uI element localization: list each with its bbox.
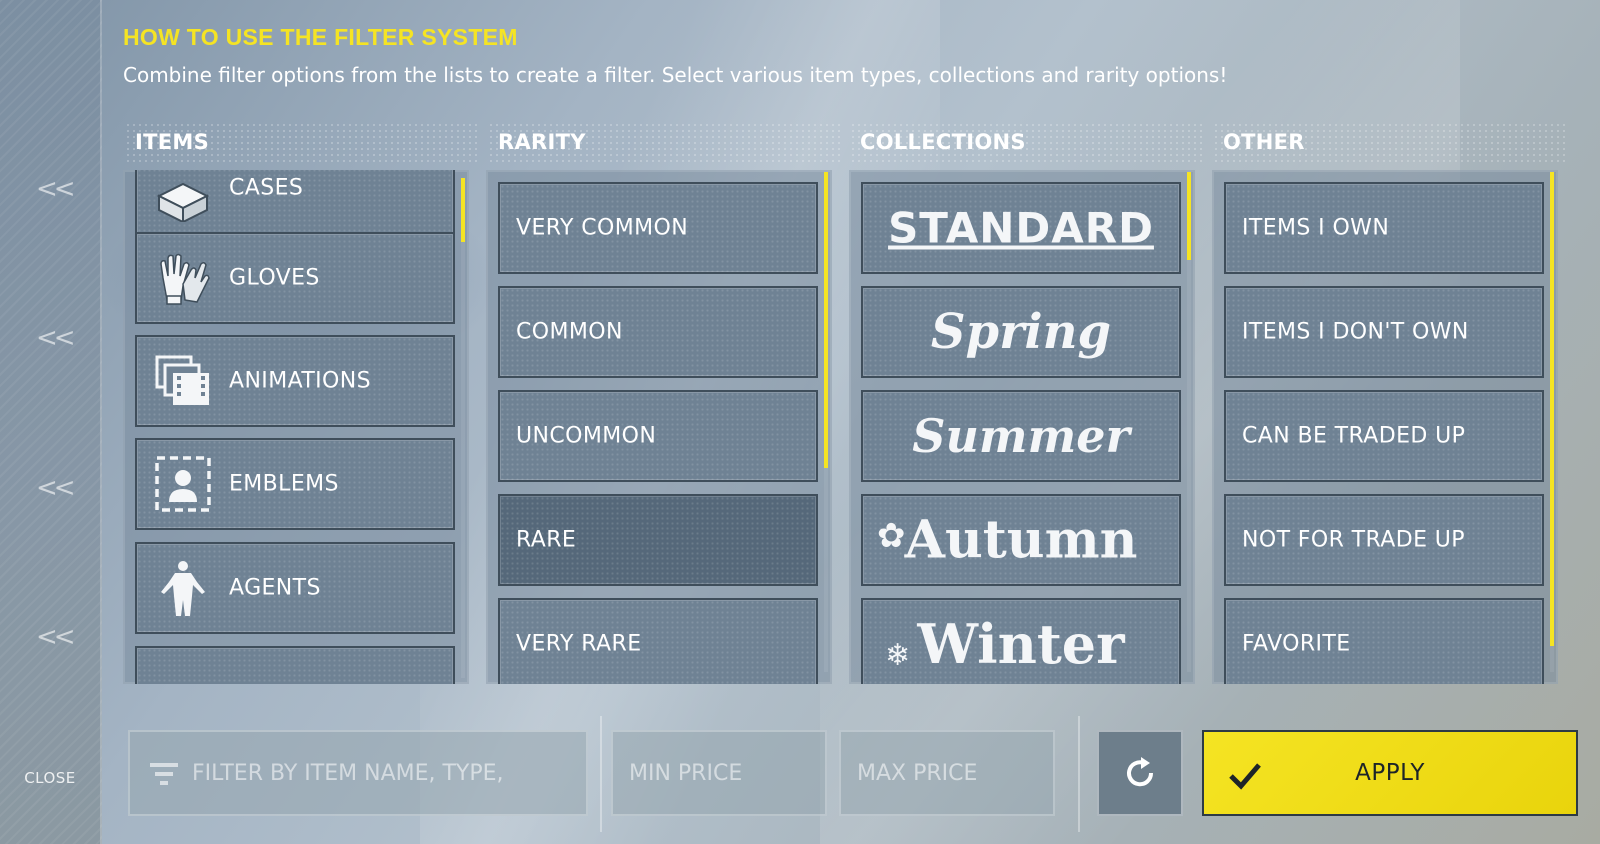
rarity-label: UNCOMMON (516, 423, 657, 449)
collection-logo-text: Autumn (904, 509, 1138, 571)
item-type-animations[interactable]: ANIMATIONS (135, 335, 455, 427)
rarity-label: COMMON (516, 319, 623, 345)
max-price-input[interactable] (841, 732, 1053, 814)
close-button[interactable]: CLOSE (0, 769, 100, 787)
apply-button[interactable]: APPLY (1202, 730, 1578, 816)
apply-label: APPLY (1355, 760, 1425, 786)
search-field[interactable] (128, 730, 588, 816)
rarity-header-label: RARITY (498, 130, 586, 154)
emblem-icon (155, 456, 211, 512)
item-type-cases[interactable]: CASES (135, 170, 455, 238)
items-scrollbar-thumb[interactable] (461, 178, 465, 242)
other-option[interactable]: ITEMS I OWN (1224, 182, 1544, 274)
animations-icon (155, 355, 209, 405)
double-chevron-left-icon: << (36, 473, 76, 503)
other-label: FAVORITE (1242, 631, 1351, 657)
rarity-option[interactable]: COMMON (498, 286, 818, 378)
gloves-icon (160, 253, 210, 305)
item-type-gloves[interactable]: GLOVES (135, 232, 455, 324)
rarity-option[interactable]: VERY RARE (498, 598, 818, 684)
collection-logo-text: Summer (912, 409, 1130, 463)
item-type-label: GLOVES (229, 265, 320, 291)
item-type-label: EMBLEMS (229, 471, 339, 497)
rarity-list[interactable]: VERY COMMON COMMON UNCOMMON RARE VERY RA… (486, 170, 832, 684)
other-header-label: OTHER (1223, 130, 1305, 154)
rarity-label: VERY RARE (516, 631, 642, 657)
item-type-more[interactable] (135, 646, 455, 684)
item-type-emblems[interactable]: EMBLEMS (135, 438, 455, 530)
collection-option[interactable]: Spring (861, 286, 1181, 378)
collections-list[interactable]: STANDARD Spring Summer ✿ Autumn ❄ Winter (849, 170, 1195, 684)
rarity-option[interactable]: VERY COMMON (498, 182, 818, 274)
collection-logo-text: STANDARD (888, 203, 1154, 253)
divider (1078, 716, 1080, 832)
other-column-header: OTHER (1213, 122, 1565, 166)
double-chevron-left-icon: << (36, 622, 76, 652)
collection-logo-text: Winter (917, 612, 1125, 676)
items-list[interactable]: CASES GLOVES ANIMATIONS EMBLEMS AGENTS (123, 170, 469, 684)
collections-scrollbar-thumb[interactable] (1187, 172, 1191, 260)
rarity-label: RARE (516, 527, 577, 553)
items-scrollbar-track[interactable] (461, 178, 465, 678)
other-option[interactable]: CAN BE TRADED UP (1224, 390, 1544, 482)
rarity-option[interactable]: UNCOMMON (498, 390, 818, 482)
item-type-label: AGENTS (229, 575, 321, 601)
collection-option[interactable]: ❄ Winter (861, 598, 1181, 684)
search-input[interactable] (130, 732, 586, 814)
other-label: NOT FOR TRADE UP (1242, 527, 1465, 553)
items-header-label: ITEMS (135, 130, 210, 154)
case-icon (156, 182, 210, 222)
double-chevron-left-icon: << (36, 174, 76, 204)
rarity-scrollbar-thumb[interactable] (824, 172, 828, 468)
collections-header-label: COLLECTIONS (860, 130, 1026, 154)
collection-option[interactable]: ✿ Autumn (861, 494, 1181, 586)
divider (600, 716, 602, 832)
item-type-label: ANIMATIONS (229, 368, 371, 394)
collection-option[interactable]: Summer (861, 390, 1181, 482)
other-option[interactable]: FAVORITE (1224, 598, 1544, 684)
help-title: HOW TO USE THE FILTER SYSTEM (123, 24, 518, 50)
refresh-icon (1127, 757, 1154, 787)
collections-column-header: COLLECTIONS (850, 122, 1202, 166)
other-option[interactable]: NOT FOR TRADE UP (1224, 494, 1544, 586)
min-price-input[interactable] (613, 732, 825, 814)
item-type-agents[interactable]: AGENTS (135, 542, 455, 634)
other-label: ITEMS I OWN (1242, 215, 1390, 241)
item-type-label: CASES (229, 175, 304, 201)
reset-filters-button[interactable] (1097, 730, 1183, 816)
double-chevron-left-icon: << (36, 323, 76, 353)
close-sidebar[interactable]: << << << << CLOSE (0, 0, 102, 844)
min-price-field[interactable] (611, 730, 827, 816)
other-option[interactable]: ITEMS I DON'T OWN (1224, 286, 1544, 378)
other-list[interactable]: ITEMS I OWN ITEMS I DON'T OWN CAN BE TRA… (1212, 170, 1558, 684)
help-text: Combine filter options from the lists to… (123, 63, 1228, 87)
collection-option[interactable]: STANDARD (861, 182, 1181, 274)
other-scrollbar-thumb[interactable] (1550, 172, 1554, 646)
max-price-field[interactable] (839, 730, 1055, 816)
agent-icon (161, 561, 205, 616)
items-column-header: ITEMS (125, 122, 477, 166)
rarity-label: VERY COMMON (516, 215, 689, 241)
rarity-option-selected[interactable]: RARE (498, 494, 818, 586)
collection-logo-text: Spring (930, 304, 1112, 360)
other-label: ITEMS I DON'T OWN (1242, 319, 1469, 345)
rarity-column-header: RARITY (488, 122, 840, 166)
other-label: CAN BE TRADED UP (1242, 423, 1466, 449)
